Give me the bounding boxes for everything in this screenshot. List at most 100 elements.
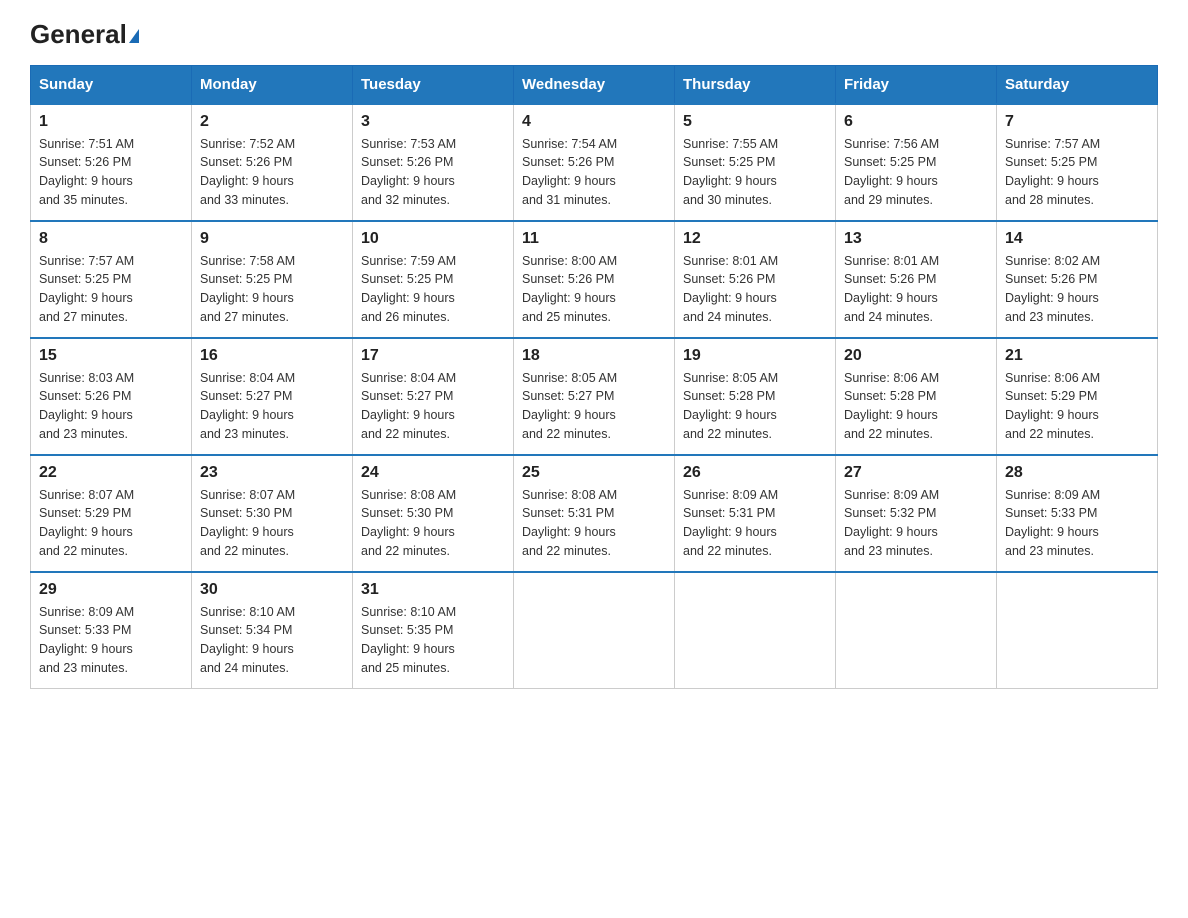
- calendar-day-cell: 23 Sunrise: 8:07 AMSunset: 5:30 PMDaylig…: [192, 455, 353, 572]
- day-number: 7: [1005, 113, 1149, 131]
- day-number: 8: [39, 230, 183, 248]
- calendar-day-cell: 14 Sunrise: 8:02 AMSunset: 5:26 PMDaylig…: [997, 221, 1158, 338]
- day-info: Sunrise: 8:04 AMSunset: 5:27 PMDaylight:…: [361, 371, 456, 441]
- day-number: 21: [1005, 347, 1149, 365]
- header-thursday: Thursday: [675, 65, 836, 104]
- day-info: Sunrise: 8:06 AMSunset: 5:28 PMDaylight:…: [844, 371, 939, 441]
- day-info: Sunrise: 8:01 AMSunset: 5:26 PMDaylight:…: [683, 254, 778, 324]
- day-info: Sunrise: 8:04 AMSunset: 5:27 PMDaylight:…: [200, 371, 295, 441]
- logo-line1: General: [30, 20, 139, 49]
- calendar-day-cell: 21 Sunrise: 8:06 AMSunset: 5:29 PMDaylig…: [997, 338, 1158, 455]
- calendar-day-cell: 1 Sunrise: 7:51 AMSunset: 5:26 PMDayligh…: [31, 104, 192, 221]
- calendar-week-row: 15 Sunrise: 8:03 AMSunset: 5:26 PMDaylig…: [31, 338, 1158, 455]
- calendar-day-cell: 8 Sunrise: 7:57 AMSunset: 5:25 PMDayligh…: [31, 221, 192, 338]
- day-info: Sunrise: 8:03 AMSunset: 5:26 PMDaylight:…: [39, 371, 134, 441]
- header-tuesday: Tuesday: [353, 65, 514, 104]
- calendar-day-cell: [836, 572, 997, 689]
- calendar-week-row: 1 Sunrise: 7:51 AMSunset: 5:26 PMDayligh…: [31, 104, 1158, 221]
- calendar-day-cell: 10 Sunrise: 7:59 AMSunset: 5:25 PMDaylig…: [353, 221, 514, 338]
- calendar-day-cell: 26 Sunrise: 8:09 AMSunset: 5:31 PMDaylig…: [675, 455, 836, 572]
- day-info: Sunrise: 8:07 AMSunset: 5:30 PMDaylight:…: [200, 488, 295, 558]
- calendar-day-cell: 28 Sunrise: 8:09 AMSunset: 5:33 PMDaylig…: [997, 455, 1158, 572]
- calendar-day-cell: 16 Sunrise: 8:04 AMSunset: 5:27 PMDaylig…: [192, 338, 353, 455]
- day-info: Sunrise: 8:01 AMSunset: 5:26 PMDaylight:…: [844, 254, 939, 324]
- day-number: 4: [522, 113, 666, 131]
- day-number: 20: [844, 347, 988, 365]
- calendar-header-row: SundayMondayTuesdayWednesdayThursdayFrid…: [31, 65, 1158, 104]
- logo: General: [30, 20, 139, 45]
- day-number: 11: [522, 230, 666, 248]
- day-info: Sunrise: 7:57 AMSunset: 5:25 PMDaylight:…: [1005, 137, 1100, 207]
- calendar-day-cell: 27 Sunrise: 8:09 AMSunset: 5:32 PMDaylig…: [836, 455, 997, 572]
- day-info: Sunrise: 7:57 AMSunset: 5:25 PMDaylight:…: [39, 254, 134, 324]
- header-friday: Friday: [836, 65, 997, 104]
- day-info: Sunrise: 7:59 AMSunset: 5:25 PMDaylight:…: [361, 254, 456, 324]
- day-info: Sunrise: 7:51 AMSunset: 5:26 PMDaylight:…: [39, 137, 134, 207]
- calendar-day-cell: 11 Sunrise: 8:00 AMSunset: 5:26 PMDaylig…: [514, 221, 675, 338]
- day-info: Sunrise: 7:58 AMSunset: 5:25 PMDaylight:…: [200, 254, 295, 324]
- day-number: 6: [844, 113, 988, 131]
- calendar-day-cell: 18 Sunrise: 8:05 AMSunset: 5:27 PMDaylig…: [514, 338, 675, 455]
- day-number: 15: [39, 347, 183, 365]
- day-info: Sunrise: 8:08 AMSunset: 5:31 PMDaylight:…: [522, 488, 617, 558]
- day-info: Sunrise: 8:09 AMSunset: 5:33 PMDaylight:…: [39, 605, 134, 675]
- day-number: 31: [361, 581, 505, 599]
- day-info: Sunrise: 8:05 AMSunset: 5:28 PMDaylight:…: [683, 371, 778, 441]
- day-info: Sunrise: 7:52 AMSunset: 5:26 PMDaylight:…: [200, 137, 295, 207]
- calendar-day-cell: 3 Sunrise: 7:53 AMSunset: 5:26 PMDayligh…: [353, 104, 514, 221]
- calendar-day-cell: [675, 572, 836, 689]
- calendar-week-row: 22 Sunrise: 8:07 AMSunset: 5:29 PMDaylig…: [31, 455, 1158, 572]
- day-info: Sunrise: 8:10 AMSunset: 5:34 PMDaylight:…: [200, 605, 295, 675]
- day-info: Sunrise: 8:09 AMSunset: 5:32 PMDaylight:…: [844, 488, 939, 558]
- day-number: 10: [361, 230, 505, 248]
- calendar-day-cell: 4 Sunrise: 7:54 AMSunset: 5:26 PMDayligh…: [514, 104, 675, 221]
- header-wednesday: Wednesday: [514, 65, 675, 104]
- calendar-week-row: 29 Sunrise: 8:09 AMSunset: 5:33 PMDaylig…: [31, 572, 1158, 689]
- calendar-day-cell: [997, 572, 1158, 689]
- header-monday: Monday: [192, 65, 353, 104]
- calendar-day-cell: 2 Sunrise: 7:52 AMSunset: 5:26 PMDayligh…: [192, 104, 353, 221]
- day-info: Sunrise: 8:09 AMSunset: 5:33 PMDaylight:…: [1005, 488, 1100, 558]
- calendar-day-cell: 6 Sunrise: 7:56 AMSunset: 5:25 PMDayligh…: [836, 104, 997, 221]
- calendar-day-cell: 15 Sunrise: 8:03 AMSunset: 5:26 PMDaylig…: [31, 338, 192, 455]
- calendar-day-cell: 30 Sunrise: 8:10 AMSunset: 5:34 PMDaylig…: [192, 572, 353, 689]
- day-number: 19: [683, 347, 827, 365]
- day-number: 23: [200, 464, 344, 482]
- day-info: Sunrise: 8:08 AMSunset: 5:30 PMDaylight:…: [361, 488, 456, 558]
- day-number: 12: [683, 230, 827, 248]
- day-info: Sunrise: 8:02 AMSunset: 5:26 PMDaylight:…: [1005, 254, 1100, 324]
- day-info: Sunrise: 8:09 AMSunset: 5:31 PMDaylight:…: [683, 488, 778, 558]
- day-info: Sunrise: 7:53 AMSunset: 5:26 PMDaylight:…: [361, 137, 456, 207]
- calendar-day-cell: 9 Sunrise: 7:58 AMSunset: 5:25 PMDayligh…: [192, 221, 353, 338]
- day-info: Sunrise: 7:56 AMSunset: 5:25 PMDaylight:…: [844, 137, 939, 207]
- day-number: 27: [844, 464, 988, 482]
- calendar-day-cell: 20 Sunrise: 8:06 AMSunset: 5:28 PMDaylig…: [836, 338, 997, 455]
- day-number: 13: [844, 230, 988, 248]
- day-number: 29: [39, 581, 183, 599]
- day-info: Sunrise: 8:05 AMSunset: 5:27 PMDaylight:…: [522, 371, 617, 441]
- calendar-day-cell: 19 Sunrise: 8:05 AMSunset: 5:28 PMDaylig…: [675, 338, 836, 455]
- calendar-day-cell: 7 Sunrise: 7:57 AMSunset: 5:25 PMDayligh…: [997, 104, 1158, 221]
- day-number: 9: [200, 230, 344, 248]
- day-info: Sunrise: 8:00 AMSunset: 5:26 PMDaylight:…: [522, 254, 617, 324]
- day-number: 28: [1005, 464, 1149, 482]
- calendar-day-cell: 31 Sunrise: 8:10 AMSunset: 5:35 PMDaylig…: [353, 572, 514, 689]
- day-info: Sunrise: 8:07 AMSunset: 5:29 PMDaylight:…: [39, 488, 134, 558]
- day-info: Sunrise: 8:10 AMSunset: 5:35 PMDaylight:…: [361, 605, 456, 675]
- day-number: 22: [39, 464, 183, 482]
- day-number: 1: [39, 113, 183, 131]
- calendar-day-cell: 29 Sunrise: 8:09 AMSunset: 5:33 PMDaylig…: [31, 572, 192, 689]
- calendar-table: SundayMondayTuesdayWednesdayThursdayFrid…: [30, 65, 1158, 689]
- calendar-day-cell: 17 Sunrise: 8:04 AMSunset: 5:27 PMDaylig…: [353, 338, 514, 455]
- day-number: 2: [200, 113, 344, 131]
- calendar-day-cell: [514, 572, 675, 689]
- day-number: 16: [200, 347, 344, 365]
- day-info: Sunrise: 8:06 AMSunset: 5:29 PMDaylight:…: [1005, 371, 1100, 441]
- day-number: 24: [361, 464, 505, 482]
- calendar-day-cell: 13 Sunrise: 8:01 AMSunset: 5:26 PMDaylig…: [836, 221, 997, 338]
- day-info: Sunrise: 7:55 AMSunset: 5:25 PMDaylight:…: [683, 137, 778, 207]
- day-number: 18: [522, 347, 666, 365]
- header-sunday: Sunday: [31, 65, 192, 104]
- day-number: 17: [361, 347, 505, 365]
- calendar-day-cell: 5 Sunrise: 7:55 AMSunset: 5:25 PMDayligh…: [675, 104, 836, 221]
